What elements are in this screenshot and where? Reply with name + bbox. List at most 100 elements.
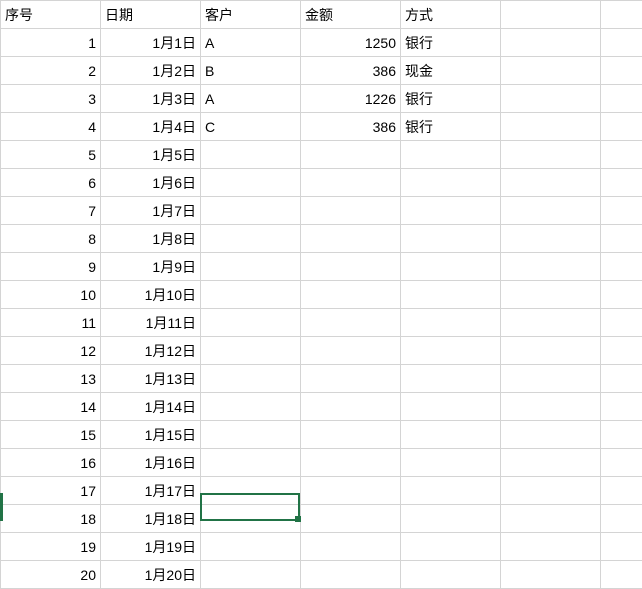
cell-date[interactable]: 1月10日 [101, 281, 201, 309]
cell-date[interactable]: 1月18日 [101, 505, 201, 533]
cell-empty[interactable] [601, 421, 642, 449]
cell-empty[interactable] [601, 197, 642, 225]
cell-method[interactable]: 银行 [401, 113, 501, 141]
cell-customer[interactable]: A [201, 29, 301, 57]
cell-amount[interactable] [301, 477, 401, 505]
cell-empty[interactable] [501, 449, 601, 477]
cell-method[interactable]: 银行 [401, 85, 501, 113]
cell-empty[interactable] [501, 85, 601, 113]
cell-num[interactable]: 20 [1, 561, 101, 589]
cell-empty[interactable] [601, 225, 642, 253]
cell-num[interactable]: 2 [1, 57, 101, 85]
spreadsheet-grid[interactable]: 序号 日期 客户 金额 方式 11月1日A1250银行21月2日B386现金31… [0, 0, 642, 589]
cell-method[interactable] [401, 365, 501, 393]
cell-customer[interactable] [201, 393, 301, 421]
cell-empty[interactable] [601, 337, 642, 365]
cell-method[interactable] [401, 533, 501, 561]
cell-num[interactable]: 1 [1, 29, 101, 57]
cell-amount[interactable] [301, 533, 401, 561]
cell-num[interactable]: 9 [1, 253, 101, 281]
cell-empty[interactable] [601, 365, 642, 393]
cell-date[interactable]: 1月13日 [101, 365, 201, 393]
cell-date[interactable]: 1月9日 [101, 253, 201, 281]
cell-customer[interactable] [201, 449, 301, 477]
cell-date[interactable]: 1月20日 [101, 561, 201, 589]
cell-customer[interactable] [201, 477, 301, 505]
cell-amount[interactable] [301, 197, 401, 225]
cell-customer[interactable] [201, 141, 301, 169]
cell-customer[interactable] [201, 281, 301, 309]
cell-empty[interactable] [501, 309, 601, 337]
cell-customer[interactable] [201, 533, 301, 561]
cell-empty[interactable] [501, 29, 601, 57]
cell-customer[interactable]: C [201, 113, 301, 141]
cell-num[interactable]: 3 [1, 85, 101, 113]
cell-date[interactable]: 1月6日 [101, 169, 201, 197]
cell-customer[interactable] [201, 309, 301, 337]
cell-empty[interactable] [501, 477, 601, 505]
cell-amount[interactable]: 1226 [301, 85, 401, 113]
header-extra1[interactable] [501, 1, 601, 29]
cell-empty[interactable] [501, 225, 601, 253]
cell-amount[interactable] [301, 393, 401, 421]
cell-date[interactable]: 1月15日 [101, 421, 201, 449]
cell-customer[interactable] [201, 421, 301, 449]
cell-date[interactable]: 1月5日 [101, 141, 201, 169]
cell-date[interactable]: 1月2日 [101, 57, 201, 85]
cell-method[interactable] [401, 449, 501, 477]
cell-empty[interactable] [601, 281, 642, 309]
cell-date[interactable]: 1月7日 [101, 197, 201, 225]
cell-empty[interactable] [601, 169, 642, 197]
cell-customer[interactable] [201, 337, 301, 365]
cell-empty[interactable] [601, 449, 642, 477]
cell-customer[interactable] [201, 561, 301, 589]
cell-empty[interactable] [601, 57, 642, 85]
cell-date[interactable]: 1月1日 [101, 29, 201, 57]
cell-empty[interactable] [501, 281, 601, 309]
cell-num[interactable]: 7 [1, 197, 101, 225]
cell-amount[interactable] [301, 281, 401, 309]
cell-customer[interactable]: B [201, 57, 301, 85]
cell-empty[interactable] [601, 505, 642, 533]
cell-amount[interactable] [301, 309, 401, 337]
cell-empty[interactable] [601, 393, 642, 421]
cell-num[interactable]: 10 [1, 281, 101, 309]
cell-num[interactable]: 11 [1, 309, 101, 337]
cell-customer[interactable] [201, 253, 301, 281]
cell-empty[interactable] [501, 421, 601, 449]
cell-date[interactable]: 1月12日 [101, 337, 201, 365]
cell-method[interactable] [401, 225, 501, 253]
cell-empty[interactable] [501, 393, 601, 421]
header-amount[interactable]: 金额 [301, 1, 401, 29]
cell-customer[interactable] [201, 197, 301, 225]
cell-amount[interactable] [301, 337, 401, 365]
cell-empty[interactable] [501, 337, 601, 365]
cell-customer[interactable]: A [201, 85, 301, 113]
cell-empty[interactable] [601, 253, 642, 281]
cell-empty[interactable] [501, 505, 601, 533]
cell-num[interactable]: 15 [1, 421, 101, 449]
cell-method[interactable] [401, 421, 501, 449]
cell-num[interactable]: 5 [1, 141, 101, 169]
header-num[interactable]: 序号 [1, 1, 101, 29]
cell-amount[interactable] [301, 421, 401, 449]
cell-empty[interactable] [601, 309, 642, 337]
cell-method[interactable] [401, 309, 501, 337]
cell-method[interactable] [401, 477, 501, 505]
cell-num[interactable]: 13 [1, 365, 101, 393]
header-extra2[interactable] [601, 1, 642, 29]
cell-amount[interactable] [301, 365, 401, 393]
cell-date[interactable]: 1月3日 [101, 85, 201, 113]
header-customer[interactable]: 客户 [201, 1, 301, 29]
cell-amount[interactable]: 386 [301, 57, 401, 85]
cell-method[interactable] [401, 561, 501, 589]
cell-amount[interactable] [301, 561, 401, 589]
cell-num[interactable]: 14 [1, 393, 101, 421]
cell-method[interactable] [401, 281, 501, 309]
cell-empty[interactable] [601, 113, 642, 141]
cell-num[interactable]: 17 [1, 477, 101, 505]
cell-amount[interactable] [301, 505, 401, 533]
cell-empty[interactable] [601, 29, 642, 57]
cell-method[interactable] [401, 197, 501, 225]
cell-amount[interactable] [301, 225, 401, 253]
